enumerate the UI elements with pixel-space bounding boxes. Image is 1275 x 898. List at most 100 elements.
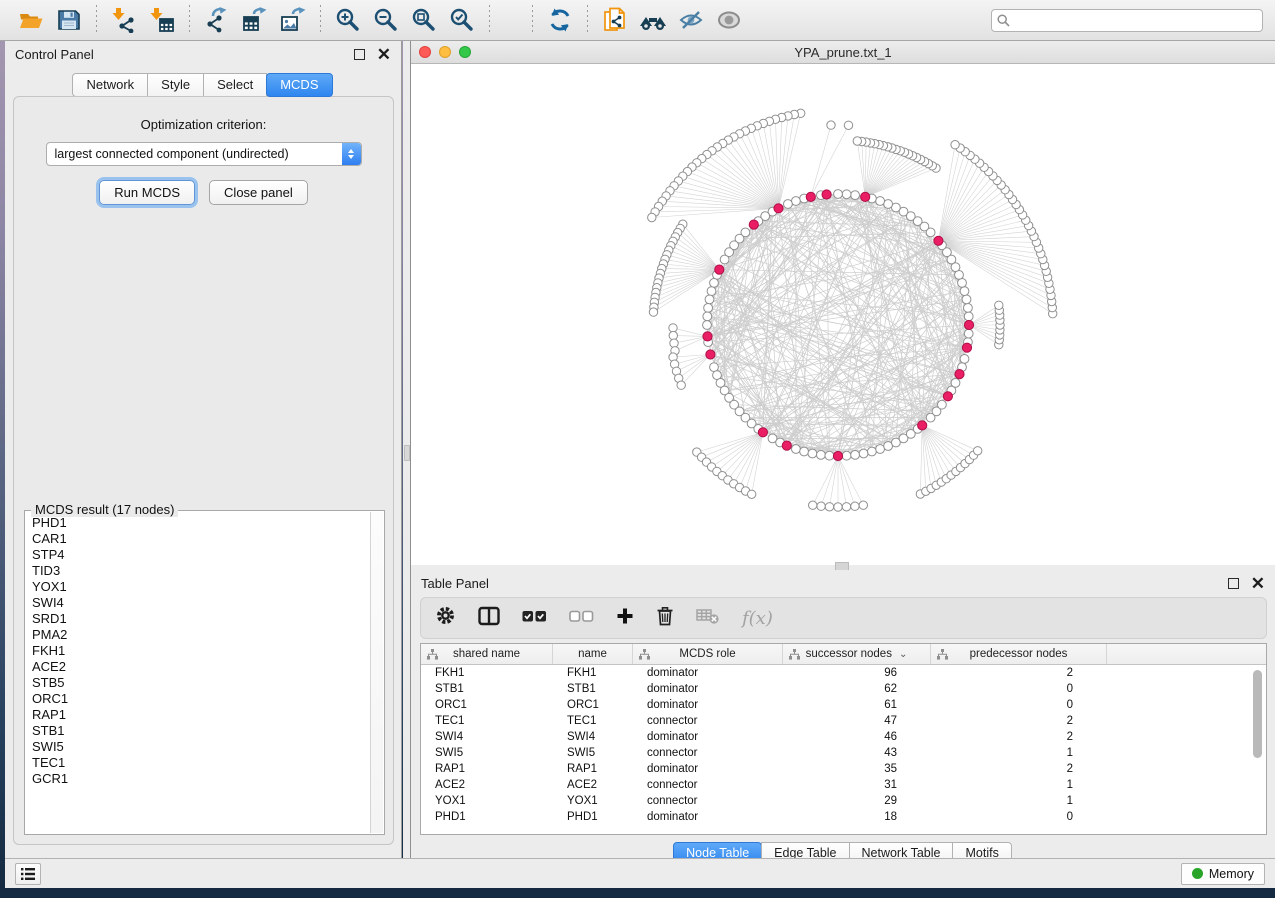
mcds-result-item[interactable]: GCR1: [26, 771, 370, 787]
network-hub-node[interactable]: [782, 441, 791, 450]
network-node[interactable]: [859, 501, 867, 509]
network-node[interactable]: [958, 279, 967, 288]
network-node[interactable]: [851, 191, 860, 200]
mcds-result-item[interactable]: PHD1: [26, 515, 370, 531]
table-row[interactable]: ACE2ACE2connector311: [421, 777, 1266, 793]
deselect-all-columns-icon[interactable]: [569, 609, 594, 628]
table-scrollbar[interactable]: [1253, 670, 1262, 758]
network-node[interactable]: [703, 321, 712, 330]
tab-mcds[interactable]: MCDS: [266, 73, 332, 97]
network-node[interactable]: [834, 503, 842, 511]
network-hub-node[interactable]: [943, 392, 952, 401]
save-session-icon[interactable]: [54, 5, 84, 35]
network-node[interactable]: [962, 295, 971, 304]
network-node[interactable]: [704, 304, 713, 313]
network-node[interactable]: [842, 190, 851, 199]
search-input[interactable]: [991, 9, 1263, 32]
network-node[interactable]: [710, 279, 719, 288]
network-node[interactable]: [825, 451, 834, 460]
network-node[interactable]: [825, 503, 833, 511]
table-row[interactable]: SWI5SWI5connector431: [421, 745, 1266, 761]
zoom-out-icon[interactable]: [371, 5, 401, 35]
network-node[interactable]: [669, 331, 677, 339]
mcds-result-item[interactable]: PMA2: [26, 627, 370, 643]
table-row[interactable]: SWI4SWI4dominator462: [421, 729, 1266, 745]
network-hub-node[interactable]: [962, 343, 971, 352]
network-node[interactable]: [800, 447, 809, 456]
network-hub-node[interactable]: [918, 421, 927, 430]
export-network-icon[interactable]: [202, 5, 232, 35]
zoom-fit-icon[interactable]: [409, 5, 439, 35]
network-node[interactable]: [792, 197, 801, 206]
network-node[interactable]: [951, 141, 959, 149]
network-node[interactable]: [964, 304, 973, 313]
mcds-result-item[interactable]: STB1: [26, 723, 370, 739]
network-hub-node[interactable]: [758, 428, 767, 437]
table-row[interactable]: YOX1YOX1connector291: [421, 793, 1266, 809]
network-node[interactable]: [827, 121, 835, 129]
column-header-predecessor-nodes[interactable]: predecessor nodes: [931, 644, 1107, 664]
mcds-result-item[interactable]: TEC1: [26, 755, 370, 771]
tab-style[interactable]: Style: [147, 73, 204, 97]
zoom-selected-icon[interactable]: [447, 5, 477, 35]
network-node[interactable]: [868, 447, 877, 456]
network-hub-node[interactable]: [774, 204, 783, 213]
first-neighbors-icon[interactable]: [638, 5, 668, 35]
network-hub-node[interactable]: [964, 320, 973, 329]
network-node[interactable]: [710, 363, 719, 372]
network-hub-node[interactable]: [861, 192, 870, 201]
hide-selection-icon[interactable]: [676, 5, 706, 35]
network-node[interactable]: [677, 381, 685, 389]
network-node[interactable]: [834, 190, 843, 199]
float-panel-icon[interactable]: [1228, 578, 1239, 589]
mcds-result-item[interactable]: RAP1: [26, 707, 370, 723]
open-file-icon[interactable]: [16, 5, 46, 35]
network-node[interactable]: [842, 451, 851, 460]
memory-button[interactable]: Memory: [1181, 863, 1265, 885]
network-hub-node[interactable]: [806, 192, 815, 201]
gear-icon[interactable]: [435, 605, 456, 631]
mcds-result-item[interactable]: SWI5: [26, 739, 370, 755]
export-image-icon[interactable]: [278, 5, 308, 35]
network-node[interactable]: [809, 501, 817, 509]
mcds-result-item[interactable]: CAR1: [26, 531, 370, 547]
delete-table-icon[interactable]: [696, 607, 720, 630]
network-node[interactable]: [649, 308, 657, 316]
vertical-splitter[interactable]: [403, 41, 411, 858]
close-panel-button[interactable]: Close panel: [209, 180, 308, 205]
refresh-layout-icon[interactable]: [545, 5, 575, 35]
criterion-dropdown[interactable]: largest connected component (undirected): [46, 142, 362, 166]
network-node[interactable]: [720, 255, 729, 264]
network-node[interactable]: [707, 287, 716, 296]
tab-network[interactable]: Network: [72, 73, 148, 97]
mcds-result-item[interactable]: SRD1: [26, 611, 370, 627]
column-layout-icon[interactable]: [478, 606, 500, 631]
show-all-icon[interactable]: [714, 5, 744, 35]
network-node[interactable]: [974, 447, 982, 455]
network-node[interactable]: [951, 379, 960, 388]
network-hub-node[interactable]: [833, 451, 842, 460]
network-node[interactable]: [851, 502, 859, 510]
network-node[interactable]: [876, 197, 885, 206]
network-node[interactable]: [859, 449, 868, 458]
column-header-successor-nodes[interactable]: successor nodes⌄: [783, 644, 931, 664]
float-panel-icon[interactable]: [354, 49, 365, 60]
mcds-result-item[interactable]: TID3: [26, 563, 370, 579]
splitter-grip[interactable]: [404, 445, 410, 461]
network-node[interactable]: [669, 324, 677, 332]
network-node[interactable]: [670, 339, 678, 347]
network-node[interactable]: [964, 312, 973, 321]
network-hub-node[interactable]: [749, 220, 758, 229]
mcds-list-scrollbar[interactable]: [370, 512, 383, 833]
table-row[interactable]: ORC1ORC1dominator610: [421, 697, 1266, 713]
table-row[interactable]: FKH1FKH1dominator962: [421, 665, 1266, 681]
function-builder-icon[interactable]: f(x): [742, 608, 773, 629]
network-hub-node[interactable]: [706, 350, 715, 359]
task-history-button[interactable]: [15, 863, 41, 885]
import-network-icon[interactable]: [109, 5, 139, 35]
network-node[interactable]: [995, 301, 1003, 309]
import-table-icon[interactable]: [147, 5, 177, 35]
network-hub-node[interactable]: [934, 236, 943, 245]
network-window-titlebar[interactable]: YPA_prune.txt_1: [411, 41, 1275, 64]
add-column-icon[interactable]: [616, 607, 634, 630]
